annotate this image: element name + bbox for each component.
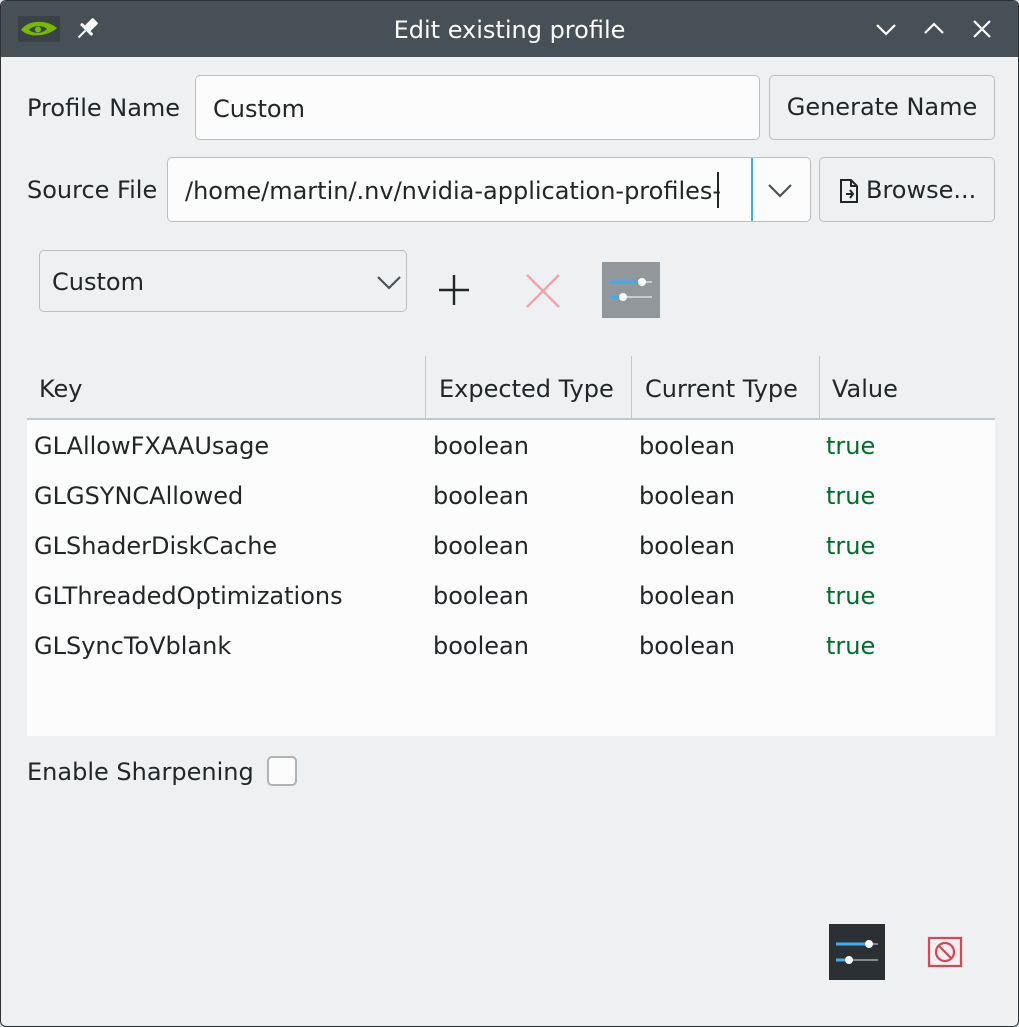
cell-value: true (826, 532, 876, 560)
cell-current-type: boolean (639, 532, 735, 560)
cell-key: GLGSYNCAllowed (34, 482, 244, 510)
source-file-combo[interactable]: /home/martin/.nv/nvidia-application-prof… (167, 157, 811, 222)
cell-expected-type: boolean (433, 432, 529, 460)
cancel-icon[interactable] (927, 936, 963, 968)
window-title: Edit existing profile (393, 16, 626, 44)
close-icon[interactable] (964, 11, 1000, 47)
source-file-input[interactable]: /home/martin/.nv/nvidia-application-prof… (168, 158, 751, 221)
cell-value: true (826, 582, 876, 610)
edit-profile-dialog: Edit existing profile Profile Name Custo… (0, 0, 1019, 1027)
table-row[interactable]: GLShaderDiskCache boolean boolean true (27, 521, 995, 571)
cell-key: GLThreadedOptimizations (34, 582, 343, 610)
profile-name-value: Custom (213, 95, 305, 123)
chevron-down-icon[interactable] (766, 177, 794, 203)
chevron-down-icon (377, 276, 401, 290)
cell-expected-type: boolean (433, 532, 529, 560)
table-row[interactable]: GLGSYNCAllowed boolean boolean true (27, 471, 995, 521)
cell-current-type: boolean (639, 632, 735, 660)
enable-sharpening-label: Enable Sharpening (27, 758, 254, 786)
sliders-icon (610, 278, 652, 301)
source-file-label: Source File (27, 176, 158, 204)
cell-expected-type: boolean (433, 582, 529, 610)
cell-current-type: boolean (639, 582, 735, 610)
cell-key: GLAllowFXAAUsage (34, 432, 270, 460)
column-header-expected-type[interactable]: Expected Type (439, 356, 614, 418)
cell-expected-type: boolean (433, 482, 529, 510)
table-header: Key Expected Type Current Type Value (27, 356, 995, 420)
generate-name-button[interactable]: Generate Name (769, 75, 995, 140)
table-row[interactable]: GLThreadedOptimizations boolean boolean tru… (27, 571, 995, 621)
cell-value: true (826, 482, 876, 510)
column-divider[interactable] (819, 356, 820, 418)
cell-key: GLShaderDiskCache (34, 532, 278, 560)
source-file-value: /home/martin/.nv/nvidia-application-prof… (185, 177, 722, 205)
cell-value: true (826, 632, 876, 660)
sliders-icon (836, 940, 878, 964)
preset-selected: Custom (52, 268, 144, 296)
table-row[interactable]: GLAllowFXAAUsage boolean boolean true (27, 421, 995, 471)
settings-button[interactable] (829, 924, 885, 980)
browse-label: Browse... (866, 176, 977, 204)
column-divider[interactable] (631, 356, 632, 418)
plus-icon[interactable] (433, 269, 475, 311)
maximize-icon[interactable] (916, 11, 952, 47)
title-bar[interactable]: Edit existing profile (1, 1, 1018, 57)
cell-current-type: boolean (639, 432, 735, 460)
cell-current-type: boolean (639, 482, 735, 510)
browse-button[interactable]: Browse... (819, 157, 995, 222)
profile-name-input[interactable]: Custom (195, 75, 760, 140)
enable-sharpening-checkbox[interactable] (267, 756, 297, 786)
profile-name-label: Profile Name (27, 94, 181, 122)
text-cursor (717, 172, 719, 208)
preset-select[interactable]: Custom (39, 250, 407, 312)
table-row[interactable]: GLSyncToVblank boolean boolean true (27, 621, 995, 671)
column-header-value[interactable]: Value (832, 356, 898, 418)
file-icon (840, 179, 858, 203)
column-header-current-type[interactable]: Current Type (645, 356, 798, 418)
cell-value: true (826, 432, 876, 460)
field-focus-divider (751, 158, 753, 221)
minimize-icon[interactable] (868, 11, 904, 47)
edit-setting-button[interactable] (602, 262, 660, 318)
cell-key: GLSyncToVblank (34, 632, 232, 660)
cell-expected-type: boolean (433, 632, 529, 660)
x-icon[interactable] (521, 269, 565, 313)
settings-table[interactable]: Key Expected Type Current Type Value GLA… (27, 356, 995, 736)
column-divider[interactable] (425, 356, 426, 418)
column-header-key[interactable]: Key (39, 356, 83, 418)
